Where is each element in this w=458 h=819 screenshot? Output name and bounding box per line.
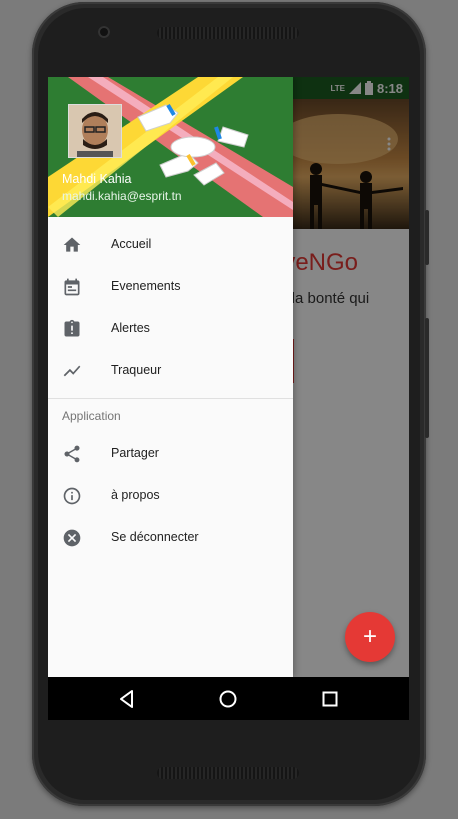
screen: LTE 8:18 iveNGo z la bonté qui + Mahdi K… [48, 77, 409, 720]
menu-item-accueil[interactable]: Accueil [48, 224, 293, 266]
menu-item-a-propos[interactable]: à propos [48, 475, 293, 517]
add-fab-button[interactable]: + [345, 612, 395, 662]
drawer-menu: Accueil Evenements Alertes Traqueur Appl… [48, 224, 293, 559]
menu-item-alertes[interactable]: Alertes [48, 308, 293, 350]
user-name: Mahdi Kahia [62, 172, 132, 186]
home-button-icon[interactable] [217, 688, 239, 710]
drawer-header: Mahdi Kahia mahdi.kahia@esprit.tn [48, 77, 293, 217]
power-button [425, 318, 429, 438]
bottom-speaker [157, 767, 299, 779]
menu-item-label: à propos [111, 488, 160, 502]
menu-item-se-deconnecter[interactable]: Se déconnecter [48, 517, 293, 559]
back-icon[interactable] [116, 688, 138, 710]
menu-item-partager[interactable]: Partager [48, 433, 293, 475]
alert-clipboard-icon [64, 319, 80, 337]
system-navigation-bar [48, 677, 409, 720]
close-circle-icon [63, 529, 81, 547]
front-camera [98, 26, 110, 38]
calendar-icon [64, 278, 80, 296]
recents-icon[interactable] [319, 688, 341, 710]
trending-icon [63, 365, 81, 377]
avatar[interactable] [68, 104, 122, 158]
menu-item-label: Partager [111, 446, 159, 460]
info-icon [63, 487, 81, 505]
menu-item-label: Traqueur [111, 363, 162, 377]
menu-item-label: Se déconnecter [111, 530, 199, 544]
section-header: Application [48, 399, 293, 433]
menu-item-evenements[interactable]: Evenements [48, 266, 293, 308]
navigation-drawer: Mahdi Kahia mahdi.kahia@esprit.tn Accuei… [48, 77, 293, 677]
menu-item-label: Accueil [111, 237, 152, 251]
volume-button [425, 210, 429, 265]
top-speaker [157, 27, 299, 39]
user-email: mahdi.kahia@esprit.tn [62, 189, 182, 203]
share-icon [64, 445, 80, 463]
menu-item-label: Alertes [111, 321, 150, 335]
menu-item-label: Evenements [111, 279, 181, 293]
section-title: Application [62, 409, 121, 423]
menu-item-traqueur[interactable]: Traqueur [48, 350, 293, 392]
home-icon [63, 237, 81, 252]
